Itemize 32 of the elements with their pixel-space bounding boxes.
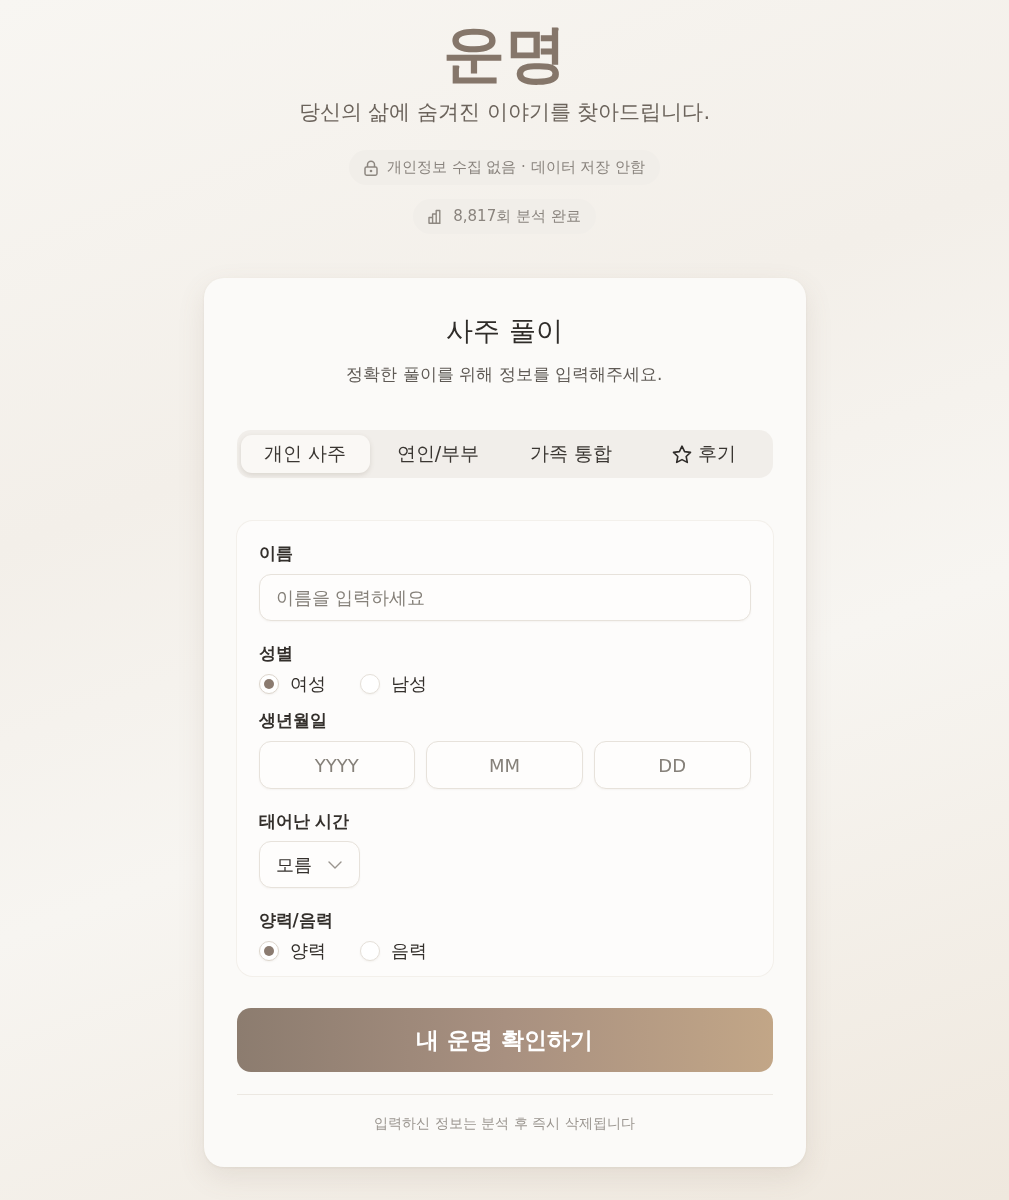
field-label: 태어난 시간 (258, 810, 350, 833)
tab[interactable]: 연인/부부 (373, 435, 503, 473)
field-label: 양력/음력 (258, 909, 333, 932)
radio-button[interactable] (359, 674, 380, 694)
tagline: 당신의 삶에 숨겨진 이야기를 찾아드립니다. (298, 99, 711, 126)
field-label: 생년월일 (258, 709, 327, 732)
radio-label: 여성 (289, 672, 326, 696)
time-select[interactable]: 모름 (258, 841, 360, 888)
badge-text: 개인정보 수집 없음 · 데이터 저장 안함 (386, 158, 646, 177)
radio-label: 남성 (390, 672, 427, 696)
star-icon (672, 444, 692, 464)
card-subtitle: 정확한 풀이를 위해 정보를 입력해주세요. (345, 363, 664, 386)
app-title: 운명 (442, 18, 567, 90)
date-input[interactable]: MM (426, 741, 583, 789)
card-title: 사주 풀이 (445, 314, 564, 348)
radio-label: 양력 (289, 939, 326, 963)
radio-label: 음력 (390, 939, 427, 963)
lock-icon (363, 159, 378, 176)
badge-text: 8,817회 분석 완료 (453, 207, 581, 226)
date-input[interactable]: DD (593, 741, 751, 789)
tab[interactable]: 후기 (639, 435, 769, 473)
chevron-down-icon (327, 860, 342, 869)
privacy-note: 입력하신 정보는 분석 후 즉시 삭제됩니다 (373, 1114, 636, 1133)
field-label: 이름 (258, 542, 293, 565)
radio-button[interactable] (258, 941, 279, 961)
tab[interactable]: 개인 사주 (240, 435, 370, 473)
radio-button[interactable] (359, 941, 380, 961)
field-label: 성별 (258, 642, 293, 665)
tab[interactable]: 가족 통합 (506, 435, 636, 473)
date-input[interactable]: YYYY (258, 741, 416, 789)
radio-button[interactable] (258, 674, 279, 694)
name-input[interactable]: 이름을 입력하세요 (258, 574, 751, 621)
